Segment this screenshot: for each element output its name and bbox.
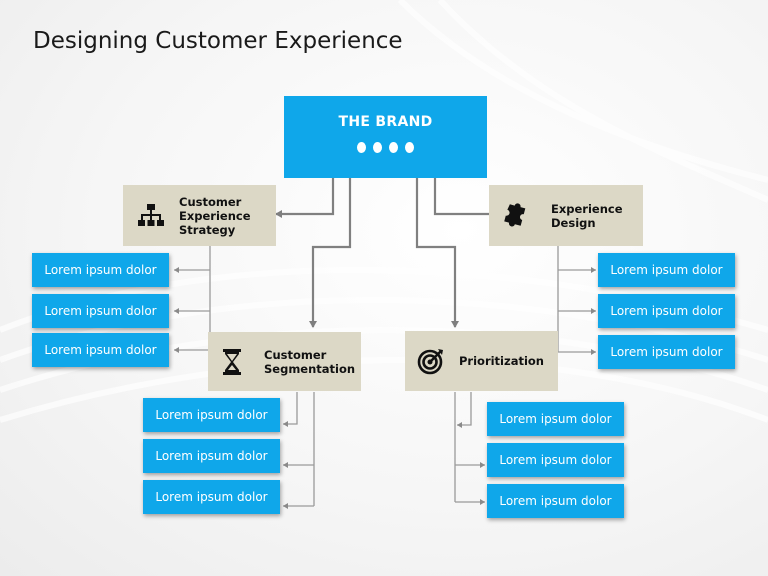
list-item: Lorem ipsum dolor xyxy=(143,398,280,432)
list-item: Lorem ipsum dolor xyxy=(598,253,735,287)
connectors xyxy=(174,178,596,509)
category-design: Experience Design xyxy=(489,185,643,246)
list-item: Lorem ipsum dolor xyxy=(487,443,624,477)
connector-strategy xyxy=(275,178,335,218)
hourglass-icon xyxy=(218,348,246,376)
list-item: Lorem ipsum dolor xyxy=(598,294,735,328)
category-label: Experience Design xyxy=(551,201,623,230)
puzzle-piece-icon xyxy=(501,202,529,230)
list-item: Lorem ipsum dolor xyxy=(143,480,280,514)
target-icon xyxy=(417,347,445,375)
list-item: Lorem ipsum dolor xyxy=(143,439,280,473)
connector-segmentation xyxy=(309,178,352,328)
list-item: Lorem ipsum dolor xyxy=(487,484,624,518)
category-label: Customer Segmentation xyxy=(264,347,356,376)
list-item: Lorem ipsum dolor xyxy=(487,402,624,436)
category-segmentation: Customer Segmentation xyxy=(208,332,361,391)
list-item: Lorem ipsum dolor xyxy=(598,335,735,369)
category-prioritization: Prioritization xyxy=(405,331,558,391)
org-chart-icon xyxy=(137,202,165,230)
list-item: Lorem ipsum dolor xyxy=(32,253,169,287)
category-strategy: Customer Experience Strategy xyxy=(123,185,276,246)
list-item: Lorem ipsum dolor xyxy=(32,333,169,367)
category-label: Customer Experience Strategy xyxy=(179,194,251,237)
list-item: Lorem ipsum dolor xyxy=(32,294,169,328)
connector-design xyxy=(433,178,498,218)
category-label: Prioritization xyxy=(459,354,544,368)
